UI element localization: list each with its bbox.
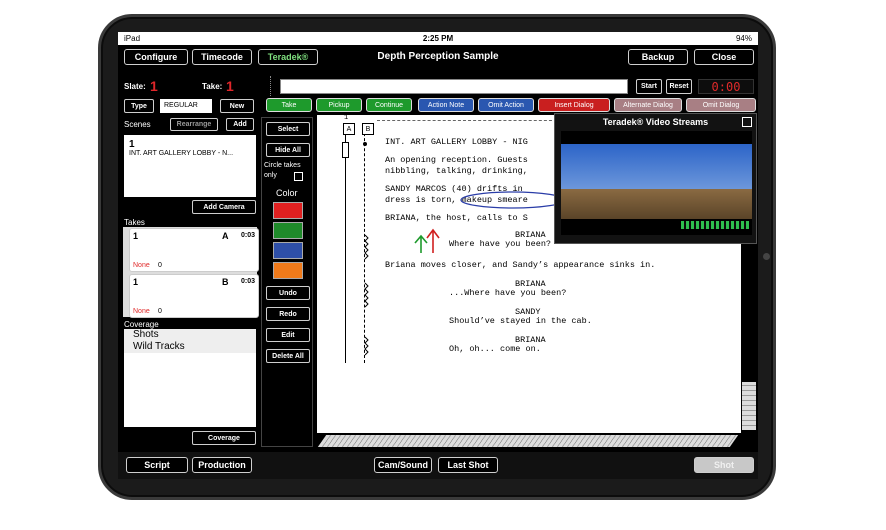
green-arrow-icon	[414, 234, 428, 253]
insert-dialog-label: Insert Dialog	[554, 101, 594, 109]
new-button[interactable]: New	[220, 99, 254, 113]
delete-all-button[interactable]: Delete All	[266, 349, 310, 363]
alternate-dialog-label: Alternate Dialog	[623, 101, 673, 109]
video-streams-panel[interactable]: Teradek® Video Streams	[554, 113, 757, 244]
color-swatch-red[interactable]	[273, 202, 303, 219]
timer-display: 0:00	[698, 79, 754, 94]
last-shot-button[interactable]: Last Shot	[438, 457, 498, 473]
takes-list: 1 A 0:03 None 0 1 B 0:03 None 0	[123, 227, 259, 318]
select-button[interactable]: Select	[266, 122, 310, 136]
omit-dialog-button[interactable]: Omit Dialog	[686, 98, 756, 112]
take-number: 1	[133, 231, 139, 241]
coverage-list: Shots Wild Tracks	[124, 329, 256, 427]
slate-label: Slate:	[124, 82, 146, 91]
omit-dialog-label: Omit Dialog	[702, 101, 740, 109]
production-tab-button[interactable]: Production	[192, 457, 252, 473]
take-card[interactable]: 1 B 0:03 None 0	[129, 274, 259, 318]
reset-button[interactable]: Reset	[666, 79, 692, 94]
start-button[interactable]: Start	[636, 79, 662, 94]
backup-button[interactable]: Backup	[628, 49, 688, 65]
hide-all-button[interactable]: Hide All	[266, 143, 310, 157]
shot-button[interactable]: Shot	[694, 457, 754, 473]
take-card[interactable]: 1 A 0:03 None 0	[129, 228, 259, 272]
circle-takes-checkbox[interactable]	[294, 172, 303, 181]
type-value-field[interactable]: REGULAR	[160, 99, 212, 113]
omit-action-label: Omit Action	[488, 101, 524, 109]
coverage-item[interactable]: Wild Tracks	[124, 341, 256, 353]
take-label: Take:	[202, 82, 223, 91]
video-ground	[561, 189, 752, 219]
circle-takes-label: Circle takes only	[264, 162, 301, 179]
squiggle-line-lower	[364, 282, 369, 356]
continue-button[interactable]: Continue	[366, 98, 412, 112]
note-input[interactable]	[280, 79, 628, 94]
take-duration: 0:03	[240, 278, 255, 285]
omit-action-button[interactable]: Omit Action	[478, 98, 534, 112]
color-swatch-blue[interactable]	[273, 242, 303, 259]
insert-dialog-button[interactable]: Insert Dialog	[538, 98, 610, 112]
continue-label: Continue	[374, 101, 404, 109]
divider	[270, 76, 271, 96]
take-count: 0	[158, 262, 162, 269]
take-circle-status: None	[133, 308, 150, 315]
slate-value[interactable]: 1	[150, 78, 158, 94]
video-streams-title: Teradek® Video Streams	[602, 117, 709, 127]
scenes-label: Scenes	[124, 120, 151, 129]
script-tab-button[interactable]: Script	[126, 457, 188, 473]
coverage-button[interactable]: Coverage	[192, 431, 256, 445]
alternate-dialog-button[interactable]: Alternate Dialog	[614, 98, 682, 112]
scene-number[interactable]: 1	[129, 139, 135, 150]
take-number: 1	[133, 277, 139, 287]
close-button[interactable]: Close	[694, 49, 754, 65]
takes-label: Takes	[124, 218, 145, 227]
add-scene-button[interactable]: Add	[226, 118, 254, 131]
red-arrow-icon	[426, 228, 440, 253]
take-value[interactable]: 1	[226, 78, 234, 94]
color-swatch-orange[interactable]	[273, 262, 303, 279]
cam-sound-button[interactable]: Cam/Sound	[374, 457, 432, 473]
squiggle-line	[364, 234, 369, 260]
take-camera: A	[222, 231, 229, 241]
status-bar: iPad 2:25 PM 94%	[118, 32, 758, 45]
audio-meters	[681, 221, 749, 229]
take-action-label: Take	[281, 101, 297, 109]
app-screen: iPad 2:25 PM 94% Configure Timecode Tera…	[118, 32, 758, 479]
redo-button[interactable]: Redo	[266, 307, 310, 321]
take-duration: 0:03	[240, 232, 255, 239]
vertical-scroll-strip[interactable]	[742, 382, 756, 430]
page-scroll-strip[interactable]	[317, 435, 739, 447]
take-action-button[interactable]: Take	[266, 98, 312, 112]
type-button[interactable]: Type	[124, 99, 154, 113]
coverage-label: Coverage	[124, 320, 159, 329]
action-note-button[interactable]: Action Note	[418, 98, 474, 112]
color-swatch-green[interactable]	[273, 222, 303, 239]
coverage-item[interactable]: Shots	[124, 329, 256, 341]
status-time: 2:25 PM	[422, 34, 454, 43]
edit-button[interactable]: Edit	[266, 328, 310, 342]
add-camera-button[interactable]: Add Camera	[192, 200, 256, 214]
undo-button[interactable]: Undo	[266, 286, 310, 300]
action-note-label: Action Note	[427, 101, 465, 109]
home-sensor	[763, 253, 770, 260]
color-label: Color	[276, 188, 298, 198]
makeup-circle-annotation	[460, 191, 566, 209]
pickup-label: Pickup	[328, 101, 350, 109]
take-count: 0	[158, 308, 162, 315]
pickup-button[interactable]: Pickup	[316, 98, 362, 112]
scene-list: 1 INT. ART GALLERY LOBBY - N...	[124, 135, 256, 197]
scene-title[interactable]: INT. ART GALLERY LOBBY - N...	[129, 150, 233, 157]
take-camera: B	[222, 277, 229, 287]
take-circle-status: None	[133, 262, 150, 269]
video-frame	[561, 131, 752, 235]
rearrange-button[interactable]: Rearrange	[170, 118, 218, 131]
expand-icon[interactable]	[742, 117, 752, 127]
